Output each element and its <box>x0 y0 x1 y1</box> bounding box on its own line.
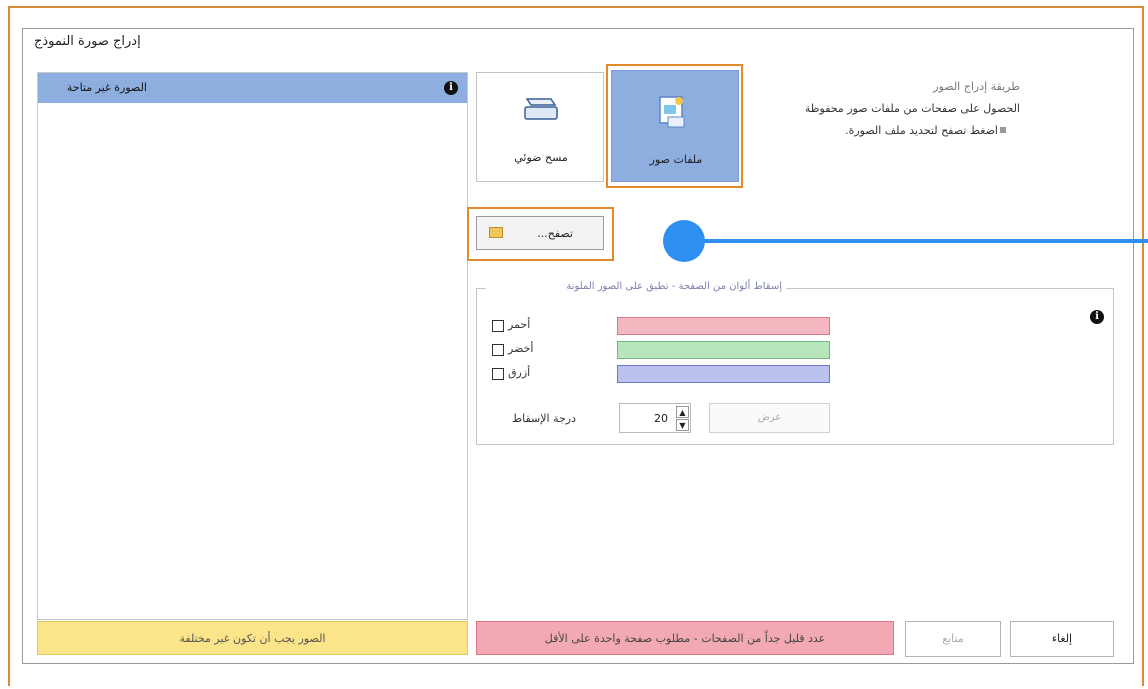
green-checkbox[interactable] <box>492 344 504 356</box>
dropout-degree-label: درجة الإسقاط <box>511 412 576 425</box>
hint-bullet <box>1000 127 1006 133</box>
error-message: عدد قليل جداً من الصفحات - مطلوب صفحة وا… <box>476 621 894 655</box>
browse-hint: اضغط تصفح لتحديد ملف الصورة. <box>845 124 998 137</box>
tile-scanner-label: مسح ضوئي <box>514 151 568 164</box>
green-label: أخضر <box>508 342 534 355</box>
browse-button-label: تصفح... <box>537 227 573 240</box>
tile-image-files-label: ملفات صور <box>649 153 703 166</box>
annotation-line <box>690 239 1148 243</box>
blue-label: أزرق <box>508 366 531 379</box>
image-file-icon <box>659 96 685 128</box>
folder-icon <box>489 227 503 238</box>
cancel-button[interactable]: إلغاء <box>1010 621 1114 657</box>
degree-value: 20 <box>654 412 668 425</box>
browse-button[interactable]: تصفح... <box>476 216 604 250</box>
dropout-legend: إسقاط ألوان من الصفحة - تطبق على الصور ا… <box>486 281 786 297</box>
image-list-item[interactable]: الصورة غير متاحة i <box>38 73 467 103</box>
stepper-up-icon[interactable]: ▲ <box>676 406 689 418</box>
info-icon: i <box>444 81 458 95</box>
green-swatch <box>617 341 830 359</box>
stepper-down-icon[interactable]: ▼ <box>676 419 689 431</box>
tile-scanner[interactable]: مسح ضوئي <box>476 72 604 182</box>
image-list-panel[interactable] <box>37 72 468 620</box>
dropout-info-icon: i <box>1090 310 1104 324</box>
blue-swatch <box>617 365 830 383</box>
red-label: أحمر <box>508 318 531 331</box>
import-method-label: طريقة إدراج الصور <box>933 80 1020 93</box>
list-item-label: الصورة غير متاحة <box>66 81 147 94</box>
dropout-degree-stepper[interactable]: 20 ▲ ▼ <box>619 403 691 433</box>
red-checkbox[interactable] <box>492 320 504 332</box>
status-warning: الصور يجب أن تكون غير مختلفة <box>37 621 468 655</box>
import-method-description: الحصول على صفحات من ملفات صور محفوظة <box>804 102 1020 115</box>
scanner-icon <box>524 98 558 120</box>
blue-checkbox[interactable] <box>492 368 504 380</box>
dialog-title: إدراج صورة النموذج <box>34 34 141 49</box>
red-swatch <box>617 317 830 335</box>
preview-button[interactable]: عرض <box>709 403 830 433</box>
annotation-dot <box>663 220 705 262</box>
next-button[interactable]: متابع <box>905 621 1001 657</box>
